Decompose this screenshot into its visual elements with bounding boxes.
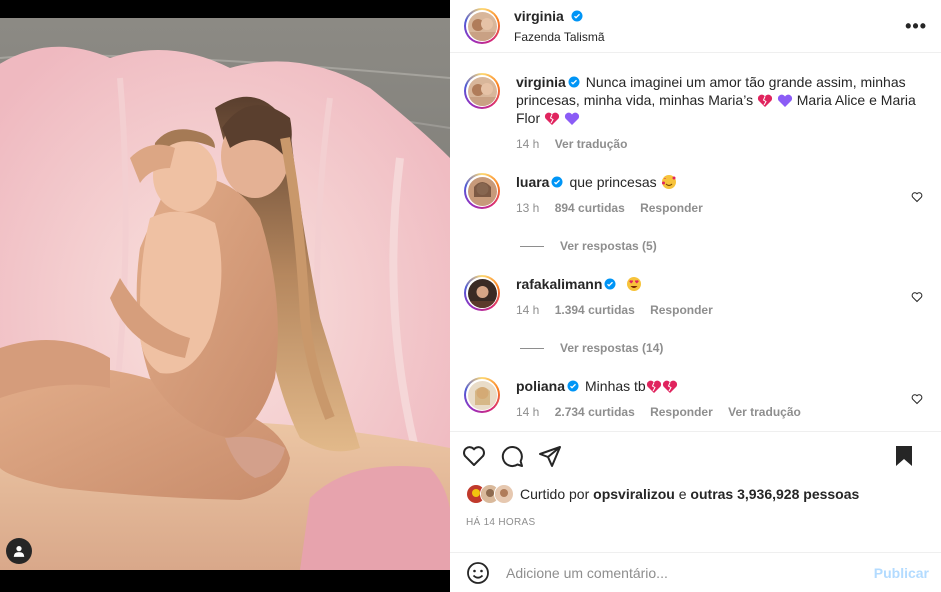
comment-like-heart-icon[interactable] — [911, 191, 923, 203]
like-button[interactable] — [462, 444, 486, 468]
verified-icon — [604, 278, 616, 290]
verified-icon — [567, 380, 579, 392]
comment-like-heart-icon[interactable] — [911, 393, 923, 405]
commenter-avatar[interactable] — [464, 275, 500, 311]
smiling-hearts-emoji — [661, 175, 676, 189]
comment-reply-button[interactable]: Responder — [640, 201, 703, 215]
comment-item: rafakalimann 14 h 1.394 curtidas Respond… — [464, 253, 927, 319]
post-media[interactable] — [0, 0, 450, 592]
likes-summary[interactable]: Curtido por opsviralizou e outras 3,936,… — [466, 484, 925, 504]
post-side-panel: virginia Fazenda Talismã ••• virginia Nun… — [450, 0, 941, 592]
comments-list[interactable]: virginia Nunca imaginei um amor tão grand… — [450, 53, 941, 431]
likes-others[interactable]: outras 3,936,928 pessoas — [690, 486, 859, 502]
broken-heart-emoji — [544, 112, 560, 125]
comment-translate-link[interactable]: Ver tradução — [728, 405, 801, 419]
bookmark-icon — [896, 445, 912, 466]
instagram-post: virginia Fazenda Talismã ••• virginia Nun… — [0, 0, 941, 592]
caption-username[interactable]: virginia — [516, 74, 566, 90]
more-options-button[interactable]: ••• — [905, 16, 927, 37]
broken-heart-emoji — [646, 380, 661, 393]
comment-item: luara que princesas 13 h 894 curtidas Res… — [464, 153, 927, 217]
comment-likes[interactable]: 894 curtidas — [555, 201, 625, 215]
view-replies-button[interactable]: Ver respostas (14) — [520, 341, 927, 355]
broken-heart-emoji — [757, 94, 773, 107]
add-comment-bar: Publicar — [450, 552, 941, 592]
view-replies-button[interactable]: Ver respostas (5) — [520, 239, 927, 253]
heart-eyes-emoji — [627, 277, 642, 291]
comment-text: que princesas — [569, 174, 657, 190]
purple-heart-emoji — [564, 112, 579, 125]
comment-time[interactable]: 14 h — [516, 405, 539, 419]
post-actions-bar — [450, 431, 941, 479]
verified-icon — [568, 76, 580, 88]
view-replies-label: Ver respostas (5) — [560, 239, 657, 253]
comment-time[interactable]: 13 h — [516, 201, 539, 215]
comment-text: Minhas tb — [585, 378, 646, 394]
caption-avatar[interactable] — [464, 73, 500, 109]
share-button[interactable] — [538, 444, 562, 468]
comment-reply-button[interactable]: Responder — [650, 405, 713, 419]
comment-username[interactable]: rafakalimann — [516, 276, 602, 292]
comment-username[interactable]: luara — [516, 174, 549, 190]
liker-avatar — [494, 484, 514, 504]
post-caption: virginia Nunca imaginei um amor tão grand… — [464, 53, 927, 153]
comment-item: poliana Minhas tb 14 h 2.734 curtidas Res… — [464, 355, 927, 421]
post-timestamp[interactable]: HÁ 14 HORAS — [466, 517, 535, 528]
commenter-avatar[interactable] — [464, 173, 500, 209]
likes-middle: e — [678, 486, 687, 502]
caption-translate-link[interactable]: Ver tradução — [555, 137, 628, 151]
post-location[interactable]: Fazenda Talismã — [514, 30, 905, 44]
author-avatar[interactable] — [464, 8, 500, 44]
post-header: virginia Fazenda Talismã ••• — [450, 0, 941, 53]
replies-divider — [520, 245, 544, 247]
emoji-icon[interactable] — [466, 561, 490, 585]
caption-time[interactable]: 14 h — [516, 137, 539, 151]
likes-prefix: Curtido por — [520, 486, 590, 502]
author-username[interactable]: virginia — [514, 8, 564, 24]
more-icon: ••• — [905, 15, 927, 36]
publish-button[interactable]: Publicar — [874, 565, 929, 581]
comment-button[interactable] — [500, 444, 524, 468]
comment-input[interactable] — [504, 563, 874, 582]
comment-time[interactable]: 14 h — [516, 303, 539, 317]
likers-avatars — [466, 484, 514, 504]
heart-icon — [463, 445, 485, 466]
comment-like-heart-icon[interactable] — [911, 291, 923, 303]
verified-icon — [571, 10, 583, 22]
view-replies-label: Ver respostas (14) — [560, 341, 664, 355]
broken-heart-emoji — [662, 380, 677, 393]
comment-likes[interactable]: 2.734 curtidas — [555, 405, 635, 419]
verified-icon — [551, 176, 563, 188]
user-tag-button[interactable] — [6, 538, 32, 564]
comment-reply-button[interactable]: Responder — [650, 303, 713, 317]
user-tag-icon — [13, 546, 25, 557]
likes-user[interactable]: opsviralizou — [593, 486, 675, 502]
share-icon — [539, 445, 561, 467]
commenter-avatar[interactable] — [464, 377, 500, 413]
replies-divider — [520, 347, 544, 349]
comment-icon — [501, 445, 523, 467]
purple-heart-emoji — [777, 94, 792, 107]
post-photo — [0, 18, 450, 570]
comment-likes[interactable]: 1.394 curtidas — [555, 303, 635, 317]
save-button[interactable] — [893, 444, 915, 468]
comment-username[interactable]: poliana — [516, 378, 565, 394]
